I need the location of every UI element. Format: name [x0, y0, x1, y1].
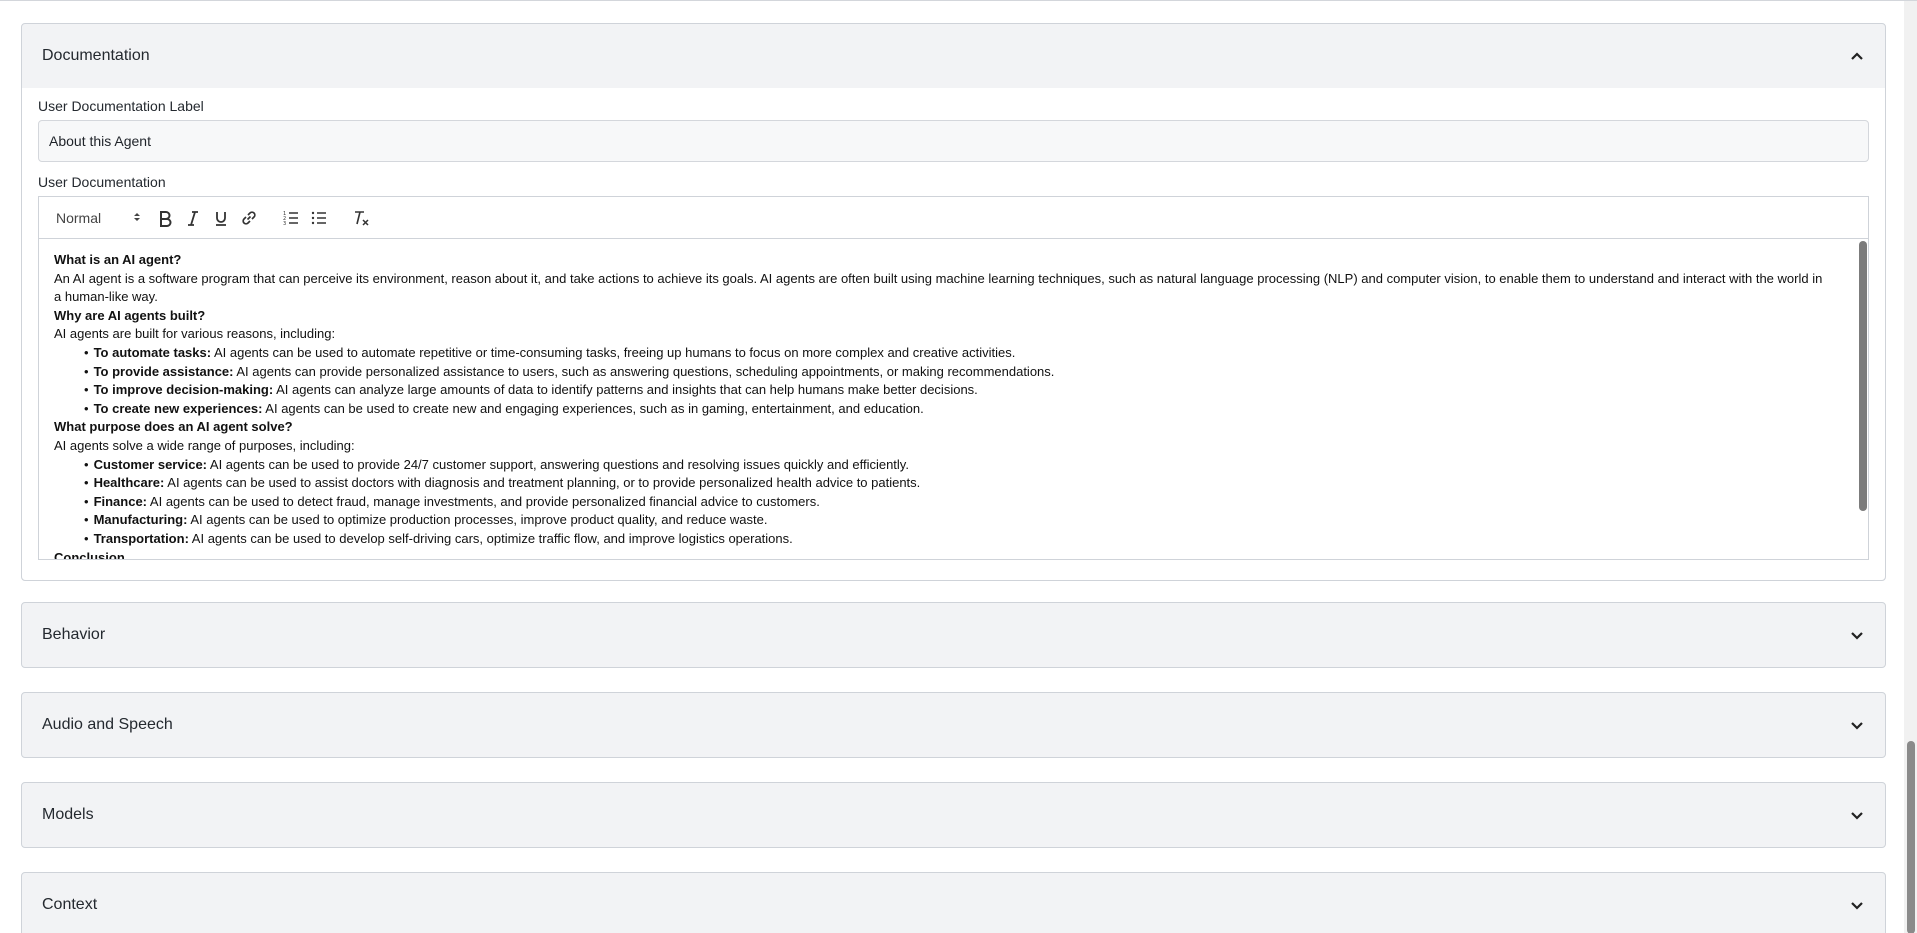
models-panel-title: Models — [42, 806, 94, 823]
underline-icon[interactable] — [209, 206, 233, 230]
bullet-list-icon[interactable] — [307, 206, 331, 230]
documentation-panel-header[interactable]: Documentation — [22, 24, 1885, 88]
editor-heading: Why are AI agents built? — [54, 307, 206, 323]
list-item: Customer service: AI agents can be used … — [84, 456, 1832, 475]
behavior-panel-header[interactable]: Behavior — [22, 603, 1885, 667]
user-documentation-label: User Documentation — [38, 174, 166, 190]
audio-speech-panel-header[interactable]: Audio and Speech — [22, 693, 1885, 757]
models-panel[interactable]: Models — [21, 782, 1886, 848]
context-panel-header[interactable]: Context — [22, 873, 1885, 933]
editor-paragraph: An AI agent is a software program that c… — [54, 270, 1823, 305]
user-documentation-label-input[interactable]: About this Agent — [38, 120, 1869, 162]
italic-icon[interactable] — [181, 206, 205, 230]
list-item: Finance: AI agents can be used to detect… — [84, 493, 1832, 512]
behavior-panel-title: Behavior — [42, 626, 106, 643]
editor-content[interactable]: What is an AI agent? An AI agent is a so… — [39, 239, 1868, 559]
documentation-panel-title: Documentation — [42, 47, 150, 64]
editor-heading: What purpose does an AI agent solve? — [54, 419, 293, 435]
chevron-down-icon[interactable] — [1850, 898, 1864, 912]
context-panel[interactable]: Context — [21, 872, 1886, 933]
audio-speech-panel-title: Audio and Speech — [42, 716, 173, 733]
audio-speech-panel[interactable]: Audio and Speech — [21, 692, 1886, 758]
select-arrows-icon — [133, 210, 141, 226]
chevron-down-icon[interactable] — [1850, 808, 1864, 822]
svg-text:3: 3 — [283, 221, 286, 227]
user-documentation-label-label: User Documentation Label — [38, 98, 204, 114]
list-item: Manufacturing: AI agents can be used to … — [84, 511, 1832, 530]
chevron-up-icon[interactable] — [1850, 49, 1864, 63]
chevron-down-icon[interactable] — [1850, 718, 1864, 732]
rich-text-editor: Normal 1 2 3 What is an AI agent? An AI … — [38, 196, 1869, 560]
context-panel-title: Context — [42, 896, 98, 913]
ordered-list-icon[interactable]: 123 — [279, 206, 303, 230]
documentation-panel: Documentation User Documentation Label A… — [21, 23, 1886, 581]
editor-scrollbar[interactable] — [1859, 241, 1867, 511]
list-item: Healthcare: AI agents can be used to ass… — [84, 474, 1832, 493]
editor-heading: What is an AI agent? — [54, 252, 182, 267]
list-item: To improve decision-making: AI agents ca… — [84, 381, 1832, 400]
list-item: To create new experiences: AI agents can… — [84, 400, 1832, 419]
format-select[interactable]: Normal — [51, 210, 141, 226]
page-scrollbar-thumb[interactable] — [1907, 741, 1915, 933]
chevron-down-icon[interactable] — [1850, 628, 1864, 642]
clear-format-icon[interactable] — [349, 206, 373, 230]
documentation-panel-body: User Documentation Label About this Agen… — [22, 88, 1885, 580]
editor-paragraph: AI agents solve a wide range of purposes… — [54, 437, 355, 453]
editor-toolbar: Normal 1 2 3 — [39, 197, 1868, 239]
list-item: To automate tasks: AI agents can be used… — [84, 344, 1832, 363]
editor-list-reasons: To automate tasks: AI agents can be used… — [54, 344, 1832, 418]
format-select-value: Normal — [56, 209, 102, 226]
list-item: Transportation: AI agents can be used to… — [84, 530, 1832, 549]
bold-icon[interactable] — [153, 206, 177, 230]
list-item: To provide assistance: AI agents can pro… — [84, 363, 1832, 382]
editor-heading: Conclusion — [54, 549, 125, 560]
editor-paragraph: AI agents are built for various reasons,… — [54, 326, 336, 342]
user-documentation-label-value: About this Agent — [49, 133, 151, 149]
page-scrollbar-track[interactable] — [1904, 1, 1917, 933]
behavior-panel[interactable]: Behavior — [21, 602, 1886, 668]
link-icon[interactable] — [237, 206, 261, 230]
page: Documentation User Documentation Label A… — [0, 0, 1917, 933]
models-panel-header[interactable]: Models — [22, 783, 1885, 847]
editor-list-purposes: Customer service: AI agents can be used … — [54, 456, 1832, 549]
